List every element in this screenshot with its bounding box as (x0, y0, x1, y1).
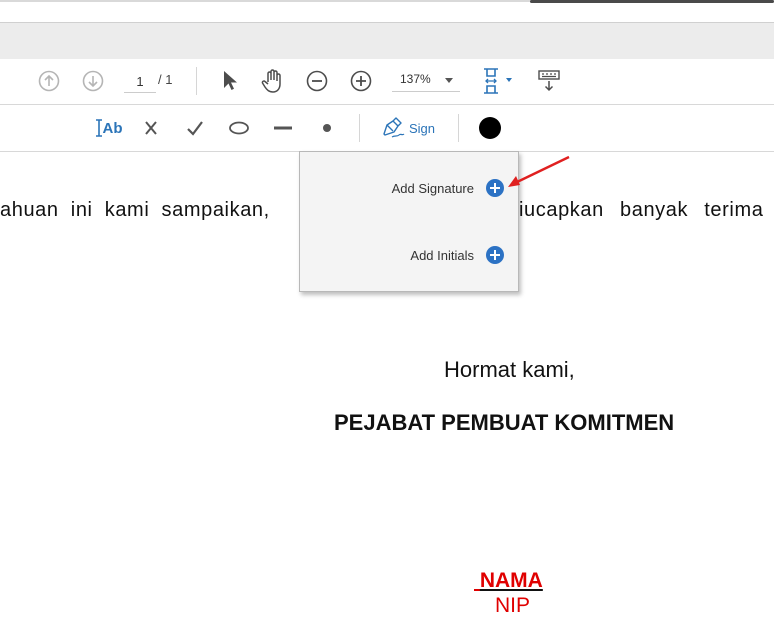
ellipse-icon[interactable] (226, 117, 252, 139)
add-signature-item[interactable]: Add Signature (392, 179, 504, 197)
window-top-strip (0, 0, 774, 22)
fit-page-icon[interactable] (481, 67, 517, 95)
document-body-text-right: iucapkan banyak terima (519, 199, 764, 221)
hand-icon[interactable] (260, 67, 286, 95)
signatory-nip: NIP (495, 594, 531, 617)
arrow-down-circle-icon[interactable] (81, 69, 105, 93)
plus-circle-icon[interactable] (486, 179, 504, 197)
top-edge-shadow (530, 0, 774, 3)
text-tool-label: Ab (102, 119, 123, 137)
sign-button[interactable]: Sign (378, 115, 438, 141)
keyboard-icon[interactable] (536, 67, 562, 95)
add-initials-item[interactable]: Add Initials (410, 246, 504, 264)
arrow-up-circle-icon[interactable] (37, 69, 61, 93)
page-total: / 1 (158, 72, 173, 87)
closing-text: Hormat kami, (444, 357, 575, 382)
toolbar-divider (359, 114, 360, 142)
document-body-text-left: ahuan ini kami sampaikan, (0, 199, 270, 221)
sign-label: Sign (408, 120, 436, 136)
signatory-name: NAMA (479, 569, 543, 592)
toolbar-divider (196, 67, 197, 95)
tab-bar (0, 22, 774, 60)
page-number-input[interactable] (124, 70, 156, 93)
position-title: PEJABAT PEMBUAT KOMITMEN (334, 410, 675, 435)
zoom-in-icon[interactable] (349, 69, 373, 93)
pen-sign-icon (383, 117, 405, 138)
add-initials-label: Add Initials (410, 247, 474, 263)
add-signature-label: Add Signature (391, 180, 474, 196)
zoom-level: 137% (400, 72, 431, 86)
fill-sign-toolbar: Ab Sign (0, 105, 774, 152)
cross-mark-icon[interactable] (140, 117, 162, 139)
main-toolbar: / 1 137% (0, 59, 774, 105)
zoom-out-icon[interactable] (305, 69, 329, 93)
select-cursor-icon[interactable] (219, 69, 241, 93)
dot-icon[interactable] (316, 117, 338, 139)
red-arrow-annotation (508, 155, 570, 187)
black-color-swatch (479, 117, 501, 139)
sign-dropdown-menu: Add Signature Add Initials (299, 151, 519, 292)
zoom-select[interactable]: 137% (392, 69, 460, 92)
chevron-down-icon (445, 78, 453, 83)
toolbar-divider (458, 114, 459, 142)
plus-circle-icon[interactable] (486, 246, 504, 264)
line-icon[interactable] (270, 117, 296, 139)
checkmark-icon[interactable] (184, 117, 206, 139)
add-text-tool[interactable]: Ab (92, 116, 124, 140)
color-picker-button[interactable] (478, 116, 502, 140)
